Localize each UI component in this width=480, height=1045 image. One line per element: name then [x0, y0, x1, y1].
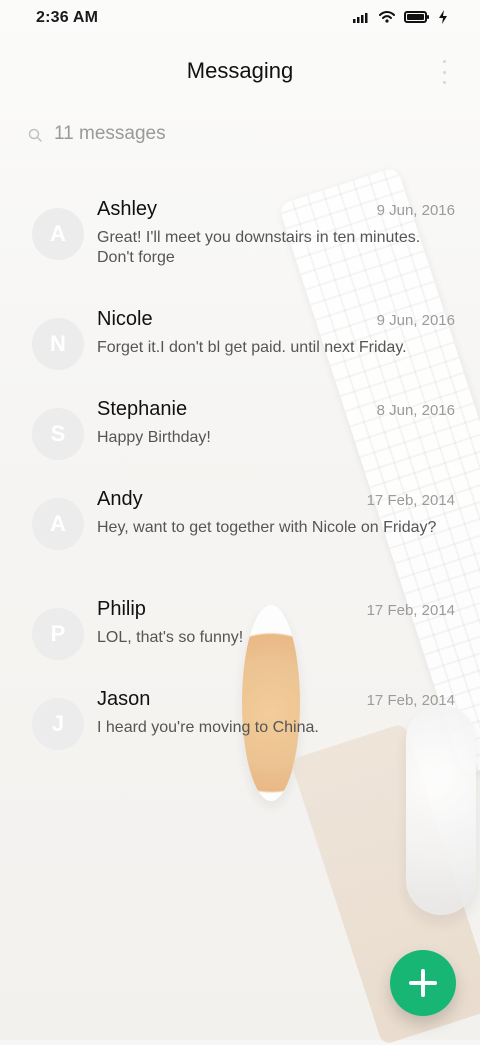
list-item[interactable]: A Andy 17 Feb, 2014 Hey, want to get tog…	[0, 480, 480, 590]
list-item[interactable]: N Nicole 9 Jun, 2016 Forget it.I don't b…	[0, 300, 480, 390]
avatar: J	[32, 698, 84, 750]
contact-name: Jason	[97, 688, 151, 710]
conversation-list: A Ashley 9 Jun, 2016 Great! I'll meet yo…	[0, 190, 480, 770]
avatar: A	[32, 498, 84, 550]
list-item[interactable]: A Ashley 9 Jun, 2016 Great! I'll meet yo…	[0, 190, 480, 300]
status-icons	[352, 10, 448, 24]
new-message-fab[interactable]	[390, 950, 456, 1016]
status-bar: 2:36 AM	[0, 0, 480, 38]
page-title: Messaging	[186, 58, 294, 83]
message-date: 8 Jun, 2016	[376, 402, 455, 419]
message-snippet: I heard you're moving to China.	[97, 719, 319, 736]
message-snippet: LOL, that's so funny!	[97, 629, 244, 646]
status-time: 2:36 AM	[36, 9, 99, 26]
list-item[interactable]: J Jason 17 Feb, 2014 I heard you're movi…	[0, 680, 480, 770]
contact-name: Nicole	[97, 308, 153, 330]
messages-count-row: 11 messages	[0, 118, 480, 158]
add-icon	[409, 969, 437, 997]
message-date: 9 Jun, 2016	[376, 312, 455, 329]
avatar: S	[32, 408, 84, 460]
more-vert-icon	[442, 60, 446, 63]
message-snippet: Hey, want to get together with Nicole on…	[97, 519, 437, 536]
battery-icon	[404, 10, 430, 24]
contact-name: Andy	[97, 488, 143, 510]
avatar: A	[32, 208, 84, 260]
more-vert-icon	[442, 81, 446, 84]
more-options-button[interactable]	[438, 60, 450, 84]
message-snippet: Great! I'll meet you downstairs in ten m…	[97, 229, 421, 266]
avatar: N	[32, 318, 84, 370]
message-date: 17 Feb, 2014	[366, 602, 455, 619]
message-date: 9 Jun, 2016	[376, 202, 455, 219]
more-vert-icon	[442, 70, 446, 74]
contact-name: Ashley	[97, 198, 158, 220]
message-date: 17 Feb, 2014	[366, 692, 455, 709]
message-snippet: Forget it.I don't bl get paid. until nex…	[97, 339, 407, 356]
contact-name: Stephanie	[97, 398, 188, 420]
contact-name: Philip	[97, 598, 146, 620]
message-date: 17 Feb, 2014	[366, 492, 455, 509]
list-item[interactable]: P Philip 17 Feb, 2014 LOL, that's so fun…	[0, 590, 480, 680]
top-app-bar: Messaging	[0, 38, 480, 110]
signal-icon	[352, 10, 370, 24]
message-snippet: Happy Birthday!	[97, 429, 211, 446]
search-icon[interactable]	[28, 128, 42, 142]
avatar: P	[32, 608, 84, 660]
charging-icon	[438, 10, 448, 24]
list-item[interactable]: S Stephanie 8 Jun, 2016 Happy Birthday!	[0, 390, 480, 480]
wifi-icon	[378, 10, 396, 24]
messages-count: 11 messages	[54, 123, 166, 144]
